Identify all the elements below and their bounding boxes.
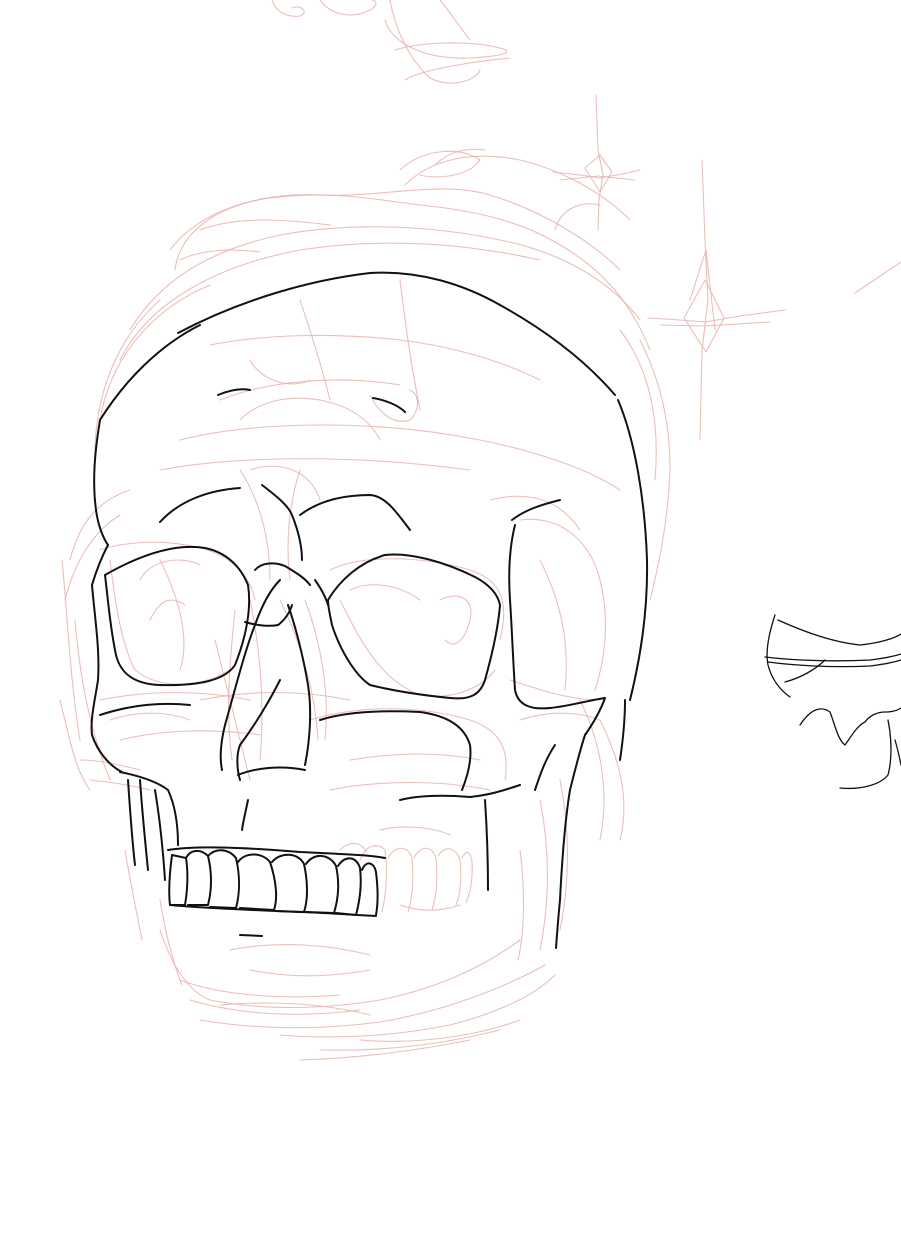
teeth <box>168 849 379 917</box>
cranium-outline <box>93 419 109 546</box>
drawing-canvas <box>0 0 901 1250</box>
tooth <box>237 853 278 911</box>
lower-teeth-line <box>169 904 377 917</box>
side-study <box>764 614 901 790</box>
forehead-mark-right <box>372 397 406 413</box>
cranium-right-side <box>617 399 649 701</box>
chin-mark <box>239 934 263 937</box>
nasal-right <box>287 604 312 766</box>
side-study-middle <box>764 653 901 662</box>
right-ramus-inner <box>484 799 489 891</box>
side-study-jaw <box>839 719 892 790</box>
face-sketch <box>59 465 625 961</box>
side-study-inner <box>784 659 826 683</box>
tooth <box>305 855 340 914</box>
cranium-crown <box>177 271 616 396</box>
left-ramus-inner <box>139 779 149 871</box>
cheek-right-inner <box>534 744 556 791</box>
cranium-sketch <box>94 148 671 601</box>
tooth <box>335 857 362 916</box>
nasal-diagonal <box>236 679 281 781</box>
tooth <box>185 850 212 906</box>
tooth <box>168 854 189 906</box>
tooth <box>207 849 240 909</box>
maxilla-right <box>399 784 521 801</box>
side-study-top <box>777 619 901 646</box>
tooth <box>361 862 379 916</box>
side-study-edge <box>894 739 901 766</box>
skull-drawing <box>59 0 901 1061</box>
side-study-teeth <box>799 707 901 746</box>
sparkle-large <box>647 159 786 441</box>
brow-right-outer <box>511 499 561 521</box>
left-eye-socket <box>104 545 251 687</box>
right-orbit-inner <box>314 579 329 606</box>
left-ramus <box>127 779 136 866</box>
ink-lineart-layer <box>90 271 649 949</box>
upper-teeth-line <box>167 846 386 859</box>
tooth <box>271 853 308 913</box>
maxilla-line <box>319 710 472 791</box>
nasal-bridge <box>254 562 311 586</box>
right-jaw <box>555 734 586 949</box>
brow-right <box>299 494 411 531</box>
brow-left <box>159 487 241 523</box>
top-scribbles <box>271 0 511 84</box>
left-ramus-front <box>154 789 166 881</box>
side-study-outline <box>766 614 791 698</box>
stray-stroke <box>854 261 901 294</box>
right-side-short <box>619 699 626 761</box>
nasal-spine <box>241 799 249 831</box>
sparkle-small <box>552 94 641 231</box>
jaw-sketch <box>124 849 556 1061</box>
